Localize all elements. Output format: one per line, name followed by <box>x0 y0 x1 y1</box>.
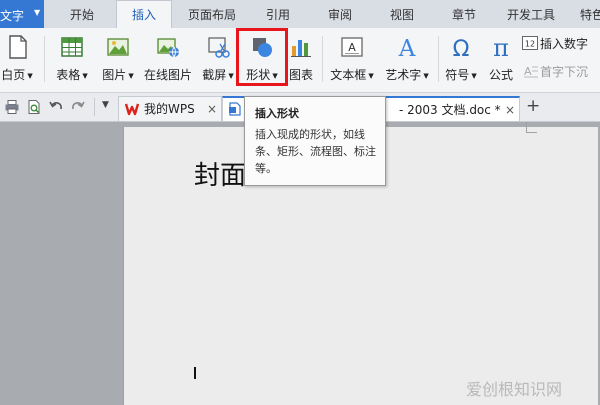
doc-tab-label: - 2003 文档.doc * <box>399 103 501 117</box>
online-picture-button[interactable]: 在线图片 <box>140 28 196 88</box>
tab-insert[interactable]: 插入 <box>116 0 172 29</box>
doc-file-icon <box>229 102 241 116</box>
wordart-icon: A <box>398 36 416 60</box>
chevron-down-icon: ▼ <box>471 71 477 80</box>
textbox-icon: A <box>341 37 363 57</box>
shape-button[interactable]: 形状 ▼ <box>238 28 286 88</box>
svg-text:A: A <box>398 36 416 60</box>
chevron-down-icon: ▼ <box>128 71 134 80</box>
tab-review[interactable]: 审阅 <box>318 0 362 28</box>
scissors-icon <box>208 37 230 58</box>
svg-text:A: A <box>524 65 532 78</box>
number-icon: 12 <box>522 36 538 50</box>
wordart-button[interactable]: A 艺术字 ▼ <box>380 28 434 88</box>
dropcap-button[interactable]: A 首字下沉 <box>522 63 588 81</box>
chart-label: 图表 <box>288 68 313 82</box>
table-icon <box>61 37 83 57</box>
symbol-label: 符号 <box>445 68 470 82</box>
add-tab-button[interactable]: + <box>526 96 540 116</box>
screenshot-button[interactable]: 截屏 ▼ <box>198 28 238 88</box>
tooltip-body: 插入现成的形状，如线条、矩形、流程图、标注等。 <box>255 128 376 175</box>
picture-button[interactable]: 图片 ▼ <box>96 28 140 88</box>
omega-icon: Ω <box>453 37 470 60</box>
dropcap-label: 首字下沉 <box>540 65 589 79</box>
chart-icon <box>291 40 311 57</box>
online-picture-icon <box>157 38 179 58</box>
print-preview-icon[interactable] <box>26 99 42 115</box>
undo-icon[interactable] <box>48 99 64 115</box>
blank-page-label: 白页 <box>1 68 26 82</box>
tab-features[interactable]: 特色 <box>572 0 600 28</box>
table-label: 表格 <box>56 68 81 82</box>
chart-button[interactable]: 图表 <box>284 28 318 88</box>
wps-logo-icon <box>125 103 139 116</box>
close-icon[interactable]: × <box>505 98 515 122</box>
doc-tab-my-wps[interactable]: 我的WPS × <box>118 96 222 121</box>
tab-page-layout[interactable]: 页面布局 <box>180 0 244 28</box>
insert-number-button[interactable]: 12 插入数字 <box>522 35 588 53</box>
svg-text:π: π <box>493 34 509 60</box>
tab-start[interactable]: 开始 <box>58 0 106 28</box>
online-picture-label: 在线图片 <box>143 68 192 82</box>
tab-view[interactable]: 视图 <box>380 0 424 28</box>
app-menu-button[interactable]: 文字 ▼ <box>0 0 44 28</box>
picture-label: 图片 <box>102 68 127 82</box>
tab-strip-separator <box>94 98 95 116</box>
chevron-down-icon: ▼ <box>82 71 88 80</box>
pi-icon: π <box>493 34 509 60</box>
screenshot-label: 截屏 <box>202 68 227 82</box>
app-menu-label: 文字 <box>0 9 25 23</box>
chevron-down-icon: ▼ <box>272 71 278 80</box>
chevron-down-icon: ▼ <box>368 71 374 80</box>
svg-text:A: A <box>348 41 356 54</box>
print-icon[interactable] <box>4 99 20 115</box>
formula-label: 公式 <box>488 68 513 82</box>
symbol-button[interactable]: Ω 符号 ▼ <box>440 28 482 88</box>
shape-tooltip: 插入形状 插入现成的形状，如线条、矩形、流程图、标注等。 <box>244 96 386 186</box>
redo-icon[interactable] <box>70 99 86 115</box>
menu-bar: 文字 ▼ 开始 插入 页面布局 引用 审阅 视图 章节 开发工具 特色 <box>0 0 600 29</box>
document-title-text[interactable]: 封面 <box>194 155 246 192</box>
doc-tab-label: 我的WPS <box>144 102 195 116</box>
chevron-down-icon[interactable]: ▼ <box>102 100 109 110</box>
close-icon[interactable]: × <box>207 97 217 121</box>
tab-developer[interactable]: 开发工具 <box>500 0 562 28</box>
ribbon-separator <box>44 36 45 82</box>
chevron-down-icon: ▼ <box>423 71 429 80</box>
ribbon-separator <box>438 36 439 82</box>
blank-page-button[interactable]: 白页 ▼ <box>0 28 40 88</box>
shape-icon <box>253 38 272 57</box>
tab-section[interactable]: 章节 <box>442 0 486 28</box>
tooltip-title: 插入形状 <box>255 107 299 120</box>
svg-text:Ω: Ω <box>453 37 470 60</box>
watermark-text: 爱创根知识网 <box>466 380 563 399</box>
formula-button[interactable]: π 公式 <box>484 28 518 88</box>
chevron-down-icon: ▼ <box>27 71 33 80</box>
tab-reference[interactable]: 引用 <box>256 0 300 28</box>
ribbon-separator <box>322 36 323 82</box>
insert-number-label: 插入数字 <box>540 37 589 51</box>
wordart-label: 艺术字 <box>385 68 422 82</box>
chevron-down-icon: ▼ <box>228 71 234 80</box>
ribbon-insert: 白页 ▼ 表格 ▼ 图片 ▼ 在线图片 截屏 ▼ 形状 ▼ 图表 A 文本框 ▼… <box>0 28 600 93</box>
page-corner-mark <box>526 122 537 133</box>
shape-label: 形状 <box>246 68 271 82</box>
table-button[interactable]: 表格 ▼ <box>50 28 94 88</box>
textbox-label: 文本框 <box>330 68 367 82</box>
blank-page-icon <box>9 35 27 59</box>
dropcap-icon: A <box>524 65 538 78</box>
textbox-button[interactable]: A 文本框 ▼ <box>326 28 378 88</box>
chevron-down-icon: ▼ <box>34 8 41 17</box>
picture-icon <box>107 38 129 56</box>
svg-text:12: 12 <box>525 40 535 49</box>
text-cursor <box>194 367 196 379</box>
